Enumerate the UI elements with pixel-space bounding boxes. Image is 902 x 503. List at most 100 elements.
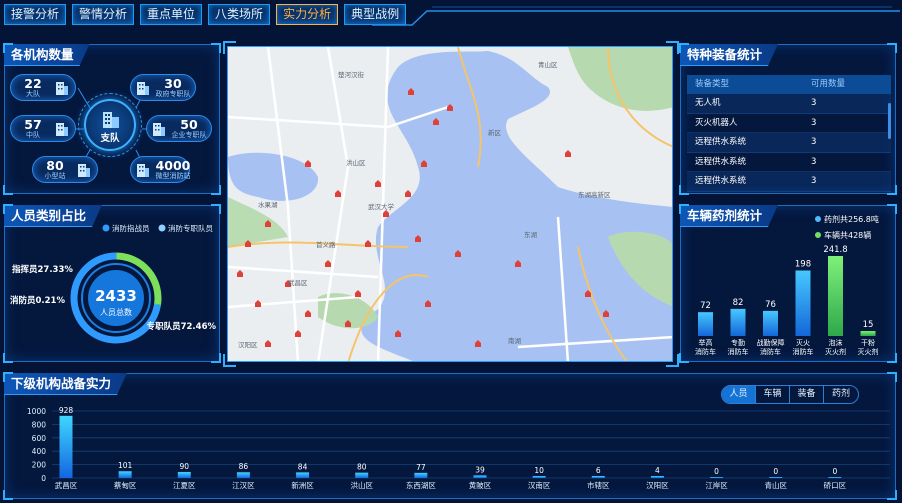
vehicle-bar[interactable] xyxy=(828,256,843,336)
staff-total-label: 人员总数 xyxy=(100,307,132,317)
nav-tab-4[interactable]: 实力分析 xyxy=(276,4,339,25)
vehicle-category-label: 灭火 xyxy=(796,339,810,347)
table-row[interactable]: 无人机 3 xyxy=(687,94,891,114)
org-item-3[interactable]: 50 企业专职队 xyxy=(146,115,212,142)
y-tick-label: 0 xyxy=(41,474,46,483)
legend-dot xyxy=(815,216,821,222)
vehicle-category-label: 消防车 xyxy=(793,347,814,356)
district-bar[interactable] xyxy=(118,471,132,478)
table-row[interactable]: 远程供水系统 3 xyxy=(687,172,891,192)
district-bar-value: 80 xyxy=(357,463,367,472)
table-header-cell: 可用数量 xyxy=(811,79,846,89)
table-cell: 3 xyxy=(811,98,817,108)
district-label: 江岸区 xyxy=(705,481,728,490)
org-item-2[interactable]: 57 中队 xyxy=(10,115,76,142)
org-item-5[interactable]: 4000 微型消防站 xyxy=(130,156,191,183)
org-item-label: 政府专职队 xyxy=(155,90,191,98)
y-tick-label: 800 xyxy=(32,420,47,429)
map-frame xyxy=(223,41,679,367)
table-scrollbar[interactable] xyxy=(888,103,891,139)
vehicle-category-label: 消防车 xyxy=(695,347,716,356)
org-item-label: 大队 xyxy=(26,90,40,98)
district-bar[interactable] xyxy=(296,472,310,478)
district-bar-value: 0 xyxy=(832,467,837,476)
org-item-label: 中队 xyxy=(26,131,40,139)
table-row[interactable]: 远程供水系统 3 xyxy=(687,133,891,153)
y-tick-label: 200 xyxy=(32,461,47,470)
table-cell: 3 xyxy=(811,117,817,128)
table-cell: 灭火机器人 xyxy=(695,117,738,128)
district-bar[interactable] xyxy=(177,471,191,478)
district-bar[interactable] xyxy=(710,477,724,478)
legend-dot xyxy=(102,224,110,232)
district-bar-value: 6 xyxy=(596,466,601,475)
district-bar[interactable] xyxy=(591,476,605,478)
district-label: 市辖区 xyxy=(587,480,610,490)
legend-label: 消防专职队员 xyxy=(168,223,213,233)
district-bar[interactable] xyxy=(414,472,428,478)
district-bar-value: 4 xyxy=(655,466,660,475)
nav-tab-3[interactable]: 八类场所 xyxy=(208,4,271,25)
vehicle-bar-value: 72 xyxy=(700,301,711,311)
staff-donut-chart: 消防指战员 消防专职队员 2433 人员总数 指挥员27.33% 消防员0.21% 专职队员… xyxy=(10,223,217,344)
vehicle-category-label: 举高 xyxy=(699,338,713,347)
header-decoration xyxy=(372,6,900,26)
vehicle-category-label: 干粉 xyxy=(861,338,875,347)
district-bar[interactable] xyxy=(473,475,487,478)
vehicle-bar[interactable] xyxy=(698,312,713,336)
table-cell: 3 xyxy=(811,137,817,147)
vehicle-bar-value: 241.8 xyxy=(823,245,847,255)
table-row[interactable]: 远程供水系统 3 xyxy=(687,153,891,172)
district-label: 武昌区 xyxy=(55,480,78,490)
district-bar[interactable] xyxy=(532,476,546,478)
district-bar[interactable] xyxy=(650,476,664,478)
building-icon xyxy=(153,123,165,136)
district-bar[interactable] xyxy=(769,477,783,478)
district-bar-value: 39 xyxy=(475,465,485,474)
district-bar-value: 84 xyxy=(298,462,308,471)
district-label: 江夏区 xyxy=(173,481,196,490)
district-bar[interactable] xyxy=(355,472,369,478)
building-icon xyxy=(137,164,149,177)
building-icon xyxy=(103,112,119,128)
nav-tab-0[interactable]: 接警分析 xyxy=(4,4,67,25)
legend-label: 车辆共428辆 xyxy=(824,230,871,240)
district-bar[interactable] xyxy=(59,415,73,478)
table-header: 装备类型 可用数量 xyxy=(687,75,891,94)
staff-share-label: 专职队员72.46% xyxy=(147,321,217,332)
top-nav: 接警分析 警情分析 重点单位 八类场所 实力分析 典型战例 xyxy=(4,4,407,25)
table-cell: 远程供水系统 xyxy=(695,137,747,147)
table-row[interactable]: 灭火机器人 3 xyxy=(687,114,891,133)
district-label: 汉南区 xyxy=(528,480,551,490)
org-item-1[interactable]: 30 政府专职队 xyxy=(130,74,196,101)
org-item-0[interactable]: 22 大队 xyxy=(10,74,76,101)
district-bar[interactable] xyxy=(828,477,842,478)
org-hub[interactable]: 支队 xyxy=(84,99,136,151)
nav-tab-2[interactable]: 重点单位 xyxy=(140,4,203,25)
table-cell: 无人机 xyxy=(695,98,721,108)
staff-share-label: 指挥员27.33% xyxy=(12,264,73,275)
table-cell: 远程供水系统 xyxy=(695,176,747,186)
vehicle-bar[interactable] xyxy=(763,310,778,336)
district-bar-value: 90 xyxy=(180,462,190,471)
nav-tab-1[interactable]: 警情分析 xyxy=(72,4,135,25)
district-label: 江汉区 xyxy=(232,481,255,490)
district-label: 黄陂区 xyxy=(469,480,492,490)
vehicle-bar[interactable] xyxy=(795,270,811,336)
equipment-title: 特种装备统计 xyxy=(680,44,778,66)
y-tick-label: 600 xyxy=(32,434,47,443)
vehicle-bar[interactable] xyxy=(730,308,746,336)
district-bar-value: 0 xyxy=(714,467,719,476)
district-bar[interactable] xyxy=(236,472,250,478)
district-label: 蔡甸区 xyxy=(114,480,137,490)
building-icon xyxy=(137,82,149,95)
org-item-4[interactable]: 80 小型站 xyxy=(32,156,98,183)
vehicle-bar[interactable] xyxy=(860,331,876,336)
district-label: 东西湖区 xyxy=(406,480,436,490)
y-tick-label: 400 xyxy=(32,447,47,456)
vehicle-category-label: 灭火剂 xyxy=(825,347,846,356)
building-icon xyxy=(78,164,90,177)
vehicle-bar-value: 82 xyxy=(733,298,744,308)
staff-total: 2433 xyxy=(95,287,137,305)
vehicle-category-label: 泡沫 xyxy=(829,338,843,347)
